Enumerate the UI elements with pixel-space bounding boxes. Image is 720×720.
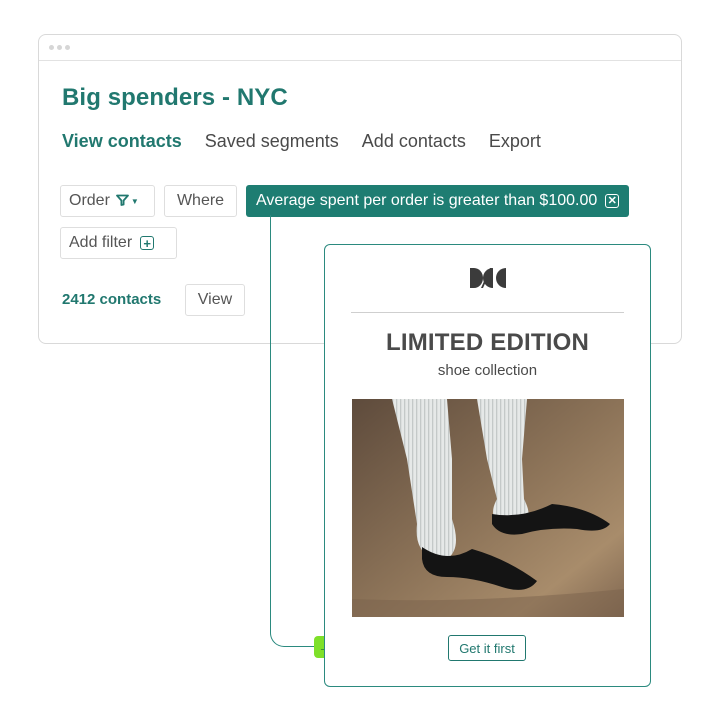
email-divider [351, 312, 624, 313]
product-photo [352, 399, 624, 617]
contacts-count: 2412 contacts [62, 291, 162, 308]
view-button[interactable]: View [185, 284, 245, 316]
tab-saved-segments[interactable]: Saved segments [205, 131, 339, 152]
plus-box-icon: + [140, 236, 155, 250]
add-filter-button[interactable]: Add filter + [60, 227, 177, 259]
order-label: Order [69, 192, 110, 209]
email-preview-card: LIMITED EDITION shoe collection Get it f… [324, 244, 651, 687]
tab-add-contacts[interactable]: Add contacts [362, 131, 466, 152]
close-box-icon[interactable]: ✕ [605, 194, 620, 208]
email-headline: LIMITED EDITION [386, 329, 589, 356]
chevron-down-icon: ▼ [130, 196, 139, 206]
brand-logo-icon [468, 267, 508, 294]
add-filter-label: Add filter [69, 234, 133, 251]
window-dot[interactable] [57, 45, 62, 50]
filter-condition-text: Average spent per order is greater than … [256, 192, 598, 209]
email-subhead: shoe collection [437, 362, 538, 379]
segment-tabs: View contacts Saved segments Add contact… [62, 131, 564, 152]
tab-view-contacts[interactable]: View contacts [62, 131, 182, 152]
filter-condition-pill[interactable]: Average spent per order is greater than … [246, 185, 630, 217]
order-dropdown[interactable]: Order ▼ [60, 185, 155, 217]
where-button[interactable]: Where [164, 185, 237, 217]
flow-connector-line [270, 215, 320, 647]
funnel-icon [116, 194, 129, 209]
window-titlebar [39, 35, 681, 61]
page-title: Big spenders - NYC [62, 84, 288, 111]
window-dot[interactable] [49, 45, 54, 50]
window-controls [49, 45, 70, 50]
tab-export[interactable]: Export [489, 131, 541, 152]
get-it-first-button[interactable]: Get it first [448, 635, 526, 661]
window-dot[interactable] [65, 45, 70, 50]
